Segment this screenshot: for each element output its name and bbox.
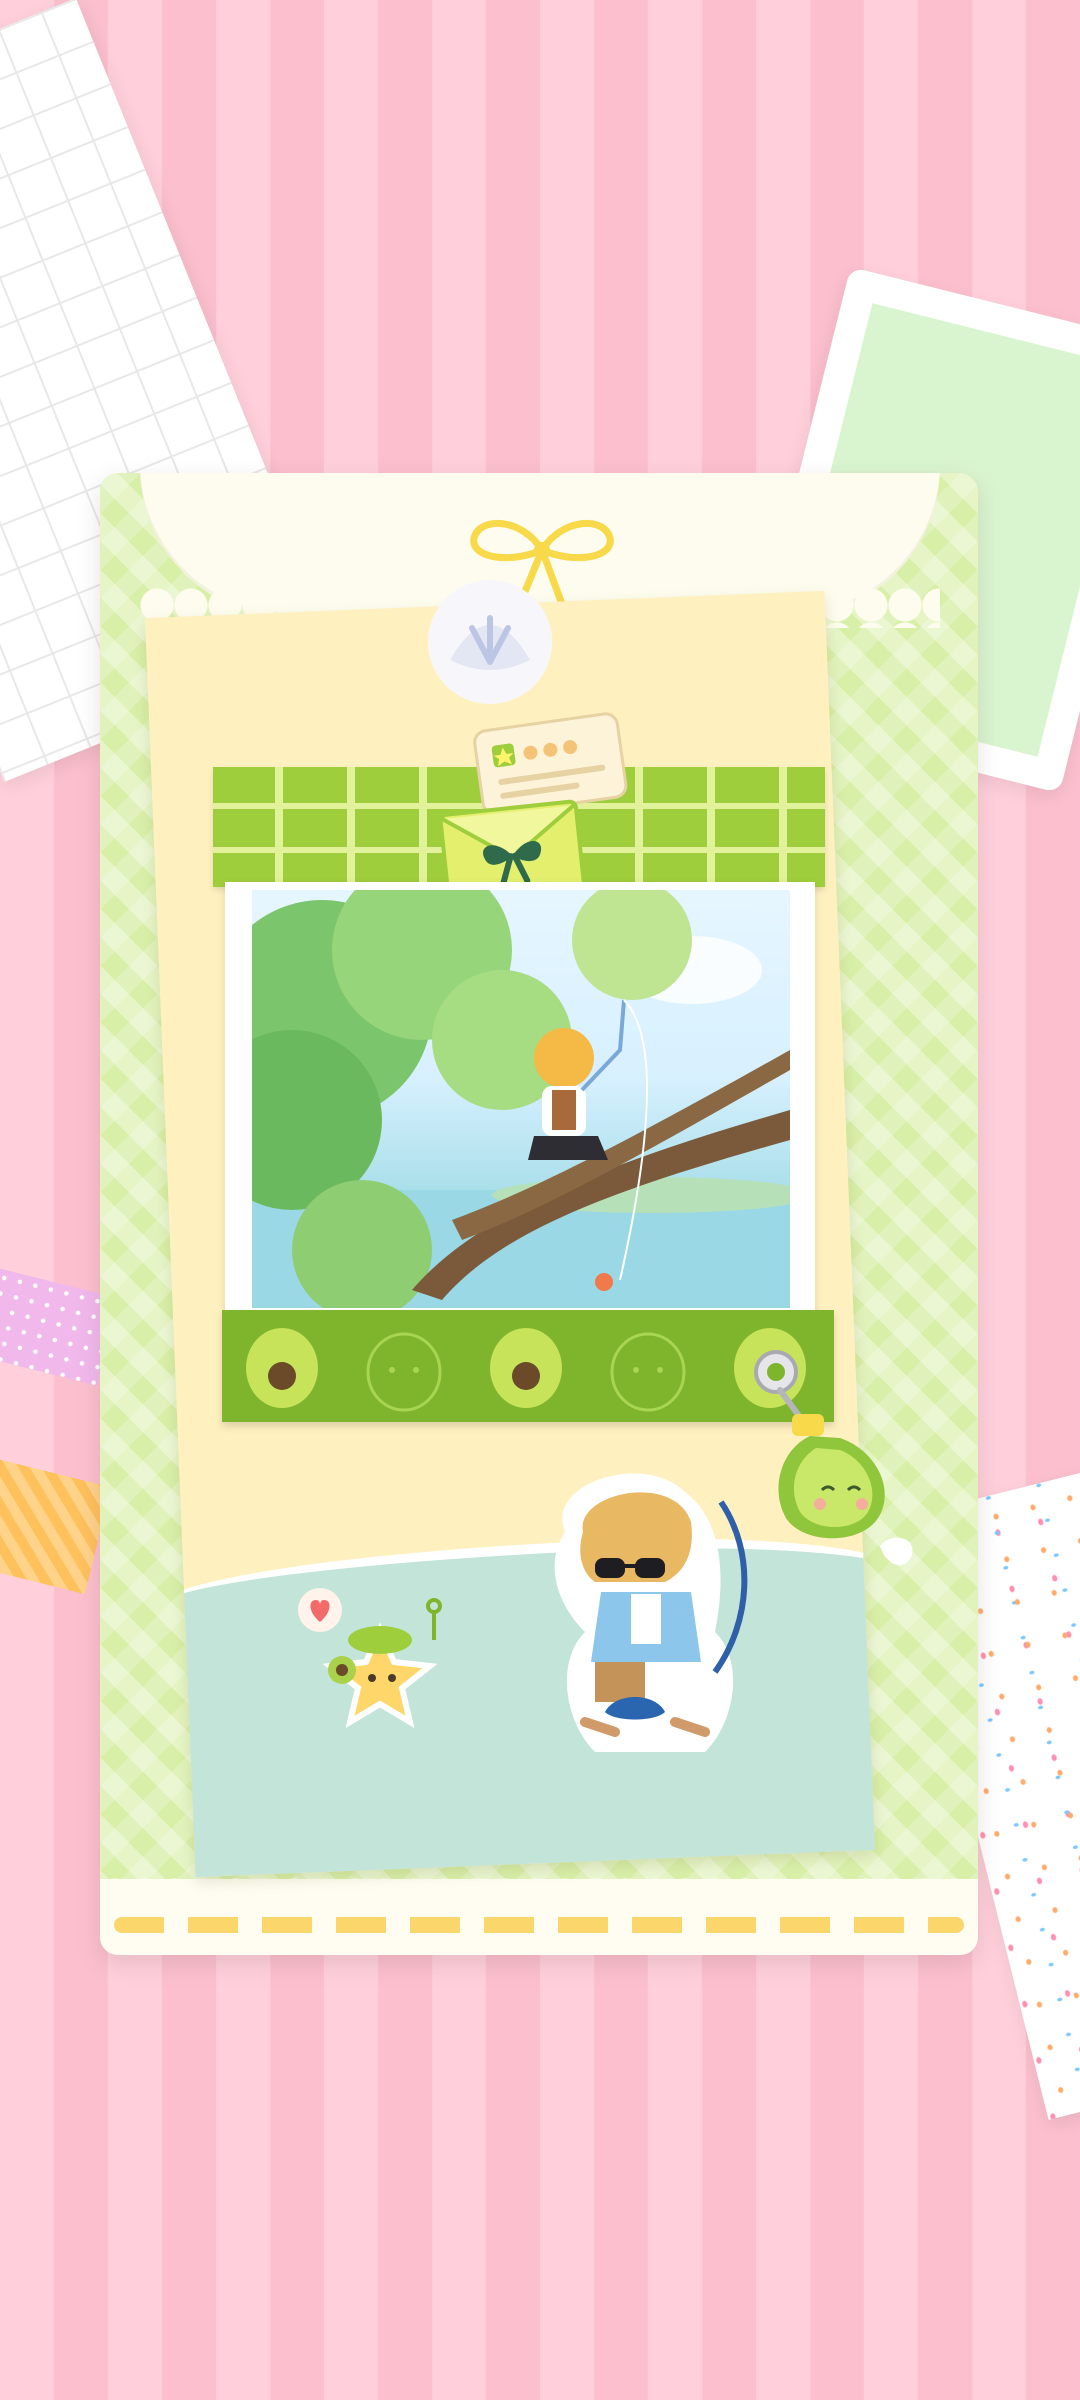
sunglasses-character-sticker-icon[interactable]	[525, 1462, 785, 1762]
avocado-icon	[246, 1328, 318, 1408]
pear-outline-icon	[610, 1332, 686, 1412]
pear-outline-icon	[366, 1332, 442, 1412]
character-fishing-on-tree-branch-icon	[252, 890, 790, 1308]
orange-washi-tape	[0, 1455, 112, 1595]
avocado-icon	[490, 1328, 562, 1408]
stitched-dash-border	[114, 1917, 964, 1933]
shell-badge-icon[interactable]	[420, 570, 560, 710]
fishing-photo[interactable]	[252, 890, 790, 1308]
star-sprite-sticker-icon[interactable]	[290, 1570, 470, 1730]
